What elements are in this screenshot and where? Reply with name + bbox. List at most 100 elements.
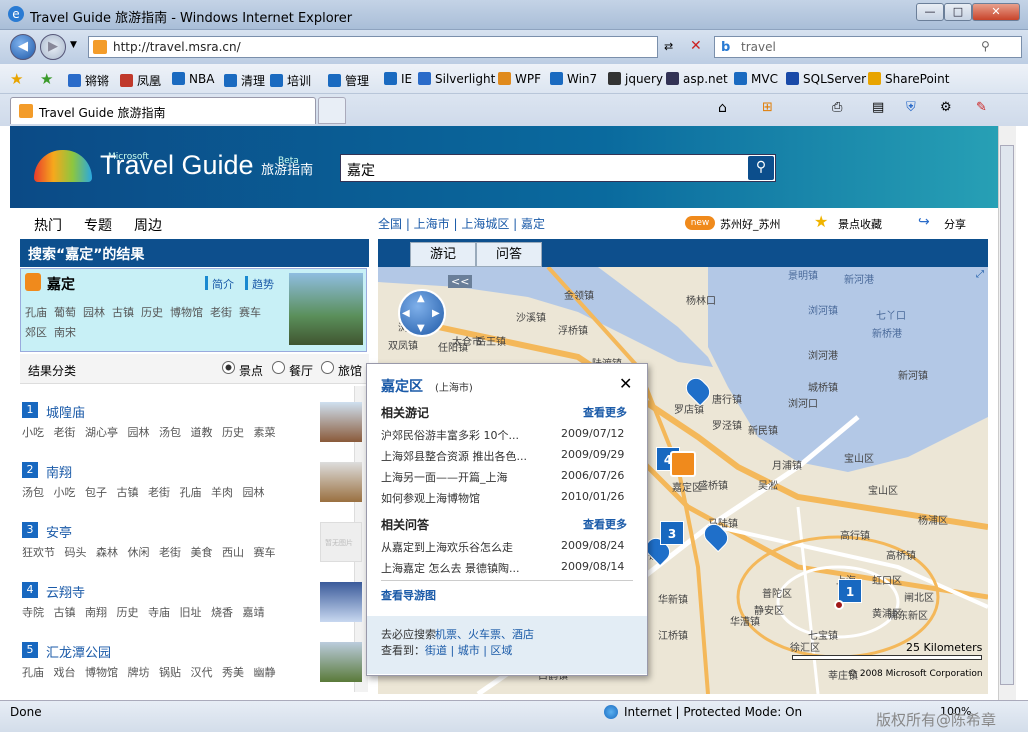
- travel-entry-link[interactable]: 如何参观上海博物馆: [381, 490, 480, 506]
- favorite-link[interactable]: Silverlight: [418, 72, 495, 86]
- new-tab-button[interactable]: [318, 97, 346, 124]
- home-icon[interactable]: ⌂: [718, 100, 727, 116]
- site-search-button[interactable]: ⚲: [748, 156, 774, 180]
- search-icon[interactable]: ⚲: [981, 39, 990, 53]
- share-link[interactable]: 分享: [944, 216, 966, 232]
- result-thumbnail[interactable]: [320, 402, 362, 442]
- map-label: 浏河港: [808, 351, 838, 362]
- tools-gear-icon[interactable]: ⚙: [940, 100, 952, 115]
- intro-link[interactable]: 简介: [212, 276, 234, 292]
- research-icon[interactable]: ✎: [976, 100, 987, 115]
- hello-link[interactable]: 苏州好_苏州: [720, 216, 781, 232]
- favorite-link[interactable]: WPF: [498, 72, 541, 86]
- close-button[interactable]: ✕: [972, 3, 1020, 21]
- favorite-link[interactable]: IE: [384, 72, 412, 86]
- qa-entry-link[interactable]: 从嘉定到上海欢乐谷怎么走: [381, 539, 513, 555]
- map-marker-1[interactable]: 1: [838, 579, 862, 603]
- result-thumbnail[interactable]: [320, 462, 362, 502]
- search-box[interactable]: b travel ⚲: [714, 36, 1022, 58]
- popup-close-icon[interactable]: ✕: [619, 374, 632, 393]
- tab-qa[interactable]: 问答: [476, 242, 542, 267]
- favorite-link[interactable]: jquery: [608, 72, 663, 86]
- result-name[interactable]: 汇龙潭公园: [46, 642, 111, 661]
- radio-spots[interactable]: [222, 361, 235, 374]
- rss-icon[interactable]: ⊞: [762, 100, 773, 115]
- radio-restaurants[interactable]: [272, 361, 285, 374]
- favorite-link[interactable]: 凤凰: [120, 72, 161, 89]
- result-thumbnail[interactable]: [320, 582, 362, 622]
- minimize-button[interactable]: —: [916, 3, 944, 21]
- favorite-link[interactable]: MVC: [734, 72, 778, 86]
- favorite-link[interactable]: 培训: [270, 72, 311, 89]
- result-tags[interactable]: 寺院 古镇 南翔 历史 寺庙 旧址 烧香 嘉靖: [22, 604, 264, 620]
- stop-icon[interactable]: ✕: [690, 38, 702, 54]
- destination-photo[interactable]: [289, 273, 363, 345]
- nav-nearby[interactable]: 周边: [134, 215, 162, 235]
- map-marker-3[interactable]: 3: [660, 521, 684, 545]
- result-name[interactable]: 南翔: [46, 462, 72, 481]
- collect-link[interactable]: 景点收藏: [838, 216, 882, 232]
- collapse-button[interactable]: <<: [448, 275, 473, 288]
- destination-tags-1[interactable]: 孔庙 葡萄 园林 古镇 历史 博物馆 老街 赛车: [25, 304, 261, 320]
- pan-control[interactable]: ▲ ▼ ◀ ▶: [398, 289, 446, 337]
- travel-entry-link[interactable]: 上海郊县整合资源 推出各色...: [381, 448, 527, 464]
- expand-icon[interactable]: ⤢: [976, 269, 984, 280]
- qa-entry-link[interactable]: 上海嘉定 怎么去 景德镇陶...: [381, 560, 519, 576]
- footer-view-links[interactable]: 街道 | 城市 | 区域: [425, 642, 512, 658]
- pan-right-icon[interactable]: ▶: [432, 308, 440, 319]
- travel-entry-link[interactable]: 沪郊民俗游丰富多彩 10个...: [381, 427, 519, 443]
- site-search-input[interactable]: 嘉定: [340, 154, 776, 182]
- result-thumbnail[interactable]: 暂无图片: [320, 522, 362, 562]
- favorites-star-icon[interactable]: ★: [10, 70, 23, 88]
- qa-entry-date: 2009/08/14: [561, 560, 625, 573]
- print-icon[interactable]: ⎙: [832, 100, 842, 115]
- safety-icon[interactable]: ⛨: [906, 100, 916, 115]
- address-bar[interactable]: http://travel.msra.cn/: [88, 36, 658, 58]
- result-thumbnail[interactable]: [320, 642, 362, 682]
- result-name[interactable]: 云翔寺: [46, 582, 85, 601]
- favorite-link[interactable]: Win7: [550, 72, 597, 86]
- result-tags[interactable]: 汤包 小吃 包子 古镇 老街 孔庙 羊肉 园林: [22, 484, 264, 500]
- back-button[interactable]: ◀: [10, 34, 36, 60]
- nav-topics[interactable]: 专题: [84, 215, 112, 235]
- radio-hotels[interactable]: [321, 361, 334, 374]
- tab-travel-guide[interactable]: Travel Guide 旅游指南: [10, 97, 316, 124]
- result-name[interactable]: 城隍庙: [46, 402, 85, 421]
- destination-tags-2[interactable]: 郊区 南宋: [25, 324, 76, 340]
- history-dropdown-icon[interactable]: ▼: [70, 40, 77, 50]
- result-tags[interactable]: 孔庙 戏台 博物馆 牌坊 锅贴 汉代 秀美 幽静: [22, 664, 275, 680]
- nav-hot[interactable]: 热门: [34, 215, 62, 235]
- breadcrumb[interactable]: 全国 | 上海市 | 上海城区 | 嘉定: [378, 215, 545, 232]
- popup-title[interactable]: 嘉定区: [381, 376, 423, 396]
- forward-button[interactable]: ▶: [40, 34, 66, 60]
- pan-up-icon[interactable]: ▲: [417, 293, 425, 304]
- result-tags[interactable]: 小吃 老街 湖心亭 园林 汤包 道教 历史 素菜: [22, 424, 275, 440]
- navigation-bar: ◀ ▶ ▼ http://travel.msra.cn/ ⇄ ✕ b trave…: [0, 30, 1028, 64]
- map-scale-bar: [792, 655, 982, 660]
- qa-more-link[interactable]: 查看更多: [583, 516, 627, 532]
- favorite-link[interactable]: 清理: [224, 72, 265, 89]
- favorite-link[interactable]: 管理: [328, 72, 369, 89]
- travel-more-link[interactable]: 查看更多: [583, 404, 627, 420]
- maximize-button[interactable]: □: [944, 3, 972, 21]
- favorite-link[interactable]: asp.net: [666, 72, 728, 86]
- destination-name[interactable]: 嘉定: [47, 274, 75, 294]
- tab-travelogue[interactable]: 游记: [410, 242, 476, 267]
- favorite-link[interactable]: NBA: [172, 72, 214, 86]
- favorite-link[interactable]: SQLServer: [786, 72, 866, 86]
- travel-entry-link[interactable]: 上海另一面——开篇_上海: [381, 469, 508, 485]
- result-name[interactable]: 安亭: [46, 522, 72, 541]
- footer-search-links[interactable]: 机票、火车票、酒店: [435, 626, 534, 642]
- refresh-icon[interactable]: ⇄: [664, 40, 673, 53]
- add-favorite-icon[interactable]: ★: [40, 70, 53, 88]
- pan-down-icon[interactable]: ▼: [417, 323, 425, 334]
- page-menu-icon[interactable]: ▤: [872, 100, 884, 115]
- selected-pin-icon[interactable]: [670, 451, 696, 477]
- pan-left-icon[interactable]: ◀: [402, 308, 410, 319]
- trend-link[interactable]: 趋势: [252, 276, 274, 292]
- guide-map-link[interactable]: 查看导游图: [381, 587, 436, 603]
- scroll-thumb[interactable]: [1000, 145, 1014, 685]
- favorite-link[interactable]: 锵锵: [68, 72, 109, 89]
- result-tags[interactable]: 狂欢节 码头 森林 休闲 老街 美食 西山 赛车: [22, 544, 275, 560]
- favorite-link[interactable]: SharePoint: [868, 72, 949, 86]
